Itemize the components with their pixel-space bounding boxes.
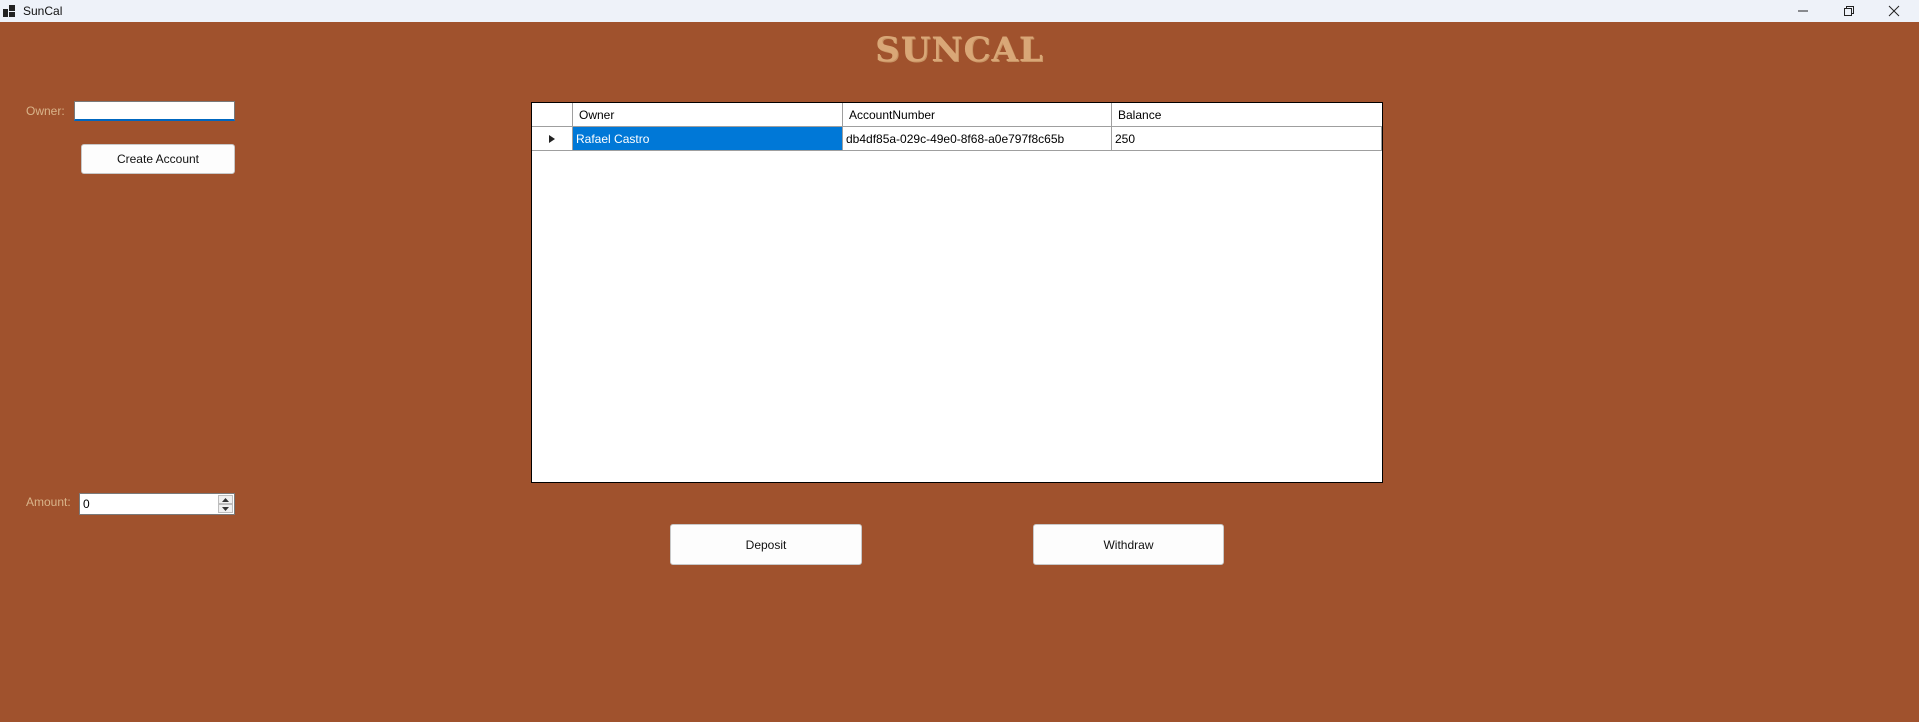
column-header-balance[interactable]: Balance (1112, 103, 1382, 127)
close-icon (1888, 5, 1900, 17)
current-row-arrow-icon (549, 134, 555, 143)
app-window-icon (3, 5, 15, 17)
withdraw-button[interactable]: Withdraw (1033, 524, 1224, 565)
accounts-grid[interactable]: Owner AccountNumber Balance Rafael Castr… (531, 102, 1383, 483)
app-title: SUNCAL (875, 30, 1044, 70)
minimize-icon (1798, 10, 1808, 12)
create-account-button[interactable]: Create Account (81, 144, 235, 174)
grid-header-row: Owner AccountNumber Balance (532, 103, 1382, 127)
window-titlebar: SunCal (0, 0, 1919, 22)
chevron-down-icon (222, 506, 229, 511)
restore-icon (1844, 6, 1854, 16)
cell-account-number[interactable]: db4df85a-029c-49e0-8f68-a0e797f8c65b (843, 127, 1112, 151)
column-header-owner[interactable]: Owner (573, 103, 843, 127)
owner-input[interactable] (74, 101, 235, 121)
amount-label: Amount: (26, 495, 71, 509)
restore-button[interactable] (1827, 0, 1871, 22)
minimize-button[interactable] (1781, 0, 1825, 22)
grid-corner-header[interactable] (532, 103, 573, 127)
deposit-button[interactable]: Deposit (670, 524, 862, 565)
window-title: SunCal (23, 4, 63, 18)
amount-down-button[interactable] (218, 504, 233, 513)
cell-balance[interactable]: 250 (1112, 127, 1382, 151)
row-header[interactable] (532, 127, 573, 151)
amount-stepper[interactable] (79, 493, 235, 515)
close-button[interactable] (1872, 0, 1916, 22)
amount-up-button[interactable] (218, 495, 233, 504)
amount-spinner (218, 495, 233, 513)
amount-input[interactable] (81, 495, 219, 513)
column-header-account-number[interactable]: AccountNumber (843, 103, 1112, 127)
cell-owner[interactable]: Rafael Castro (573, 127, 843, 151)
chevron-up-icon (222, 497, 229, 502)
owner-label: Owner: (26, 104, 65, 118)
table-row[interactable]: Rafael Castro db4df85a-029c-49e0-8f68-a0… (532, 127, 1382, 151)
